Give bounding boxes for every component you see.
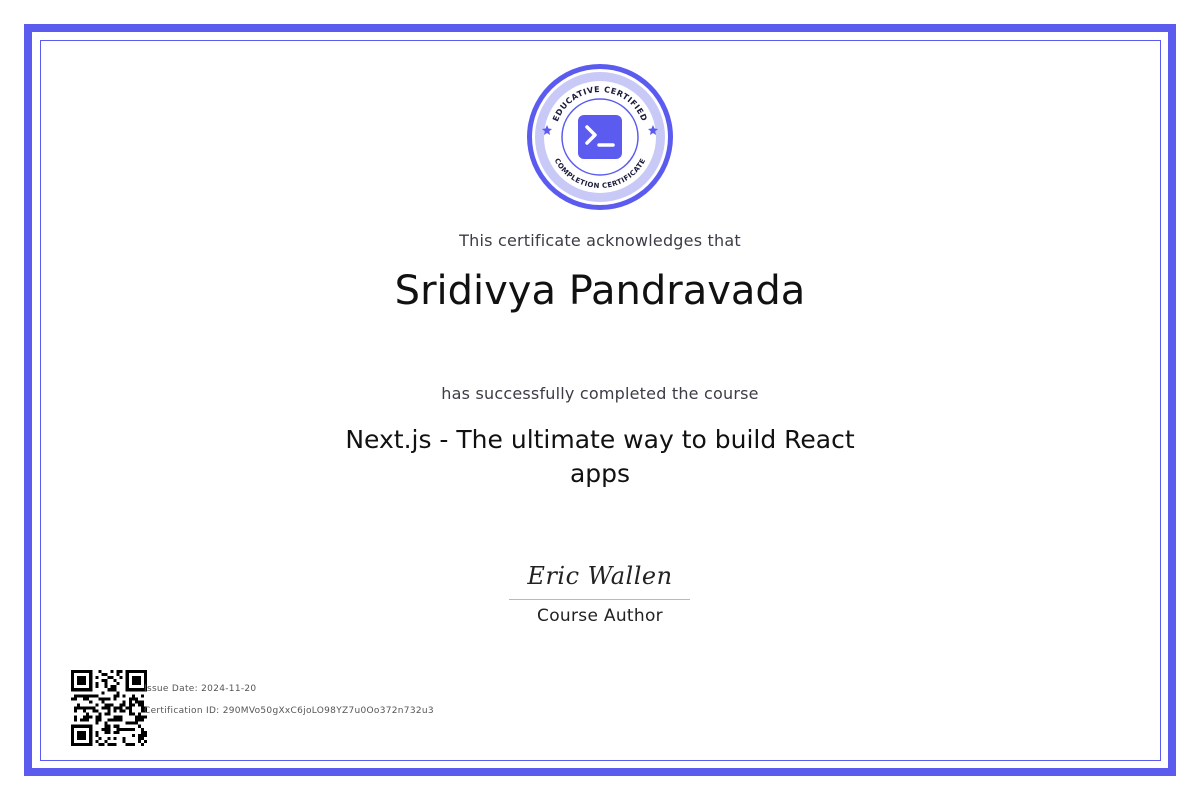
terminal-icon: [578, 115, 622, 159]
issue-date-value: 2024-11-20: [201, 684, 257, 694]
recipient-name: Sridivya Pandravada: [394, 268, 806, 314]
certification-id-label: Certification ID:: [144, 706, 220, 716]
author-signature: Eric Wallen: [527, 562, 673, 590]
certification-id: Certification ID: 290MVo50gXxC6joLO98YZ7…: [144, 706, 434, 716]
course-title: Next.js - The ultimate way to build Reac…: [345, 425, 855, 488]
certificate-seal: EDUCATIVE CERTIFIED COMPLETION CERTIFICA…: [527, 64, 673, 210]
signature-line: [509, 599, 690, 600]
acknowledgement-text: This certificate acknowledges that: [459, 231, 741, 250]
qr-code-icon[interactable]: [71, 670, 147, 746]
issue-date-label: Issue Date:: [144, 684, 198, 694]
signature-role: Course Author: [537, 606, 663, 626]
completion-text: has successfully completed the course: [441, 384, 759, 403]
issue-date: Issue Date: 2024-11-20: [144, 684, 256, 694]
certification-id-value: 290MVo50gXxC6joLO98YZ7u0Oo372n732u3: [222, 706, 434, 716]
